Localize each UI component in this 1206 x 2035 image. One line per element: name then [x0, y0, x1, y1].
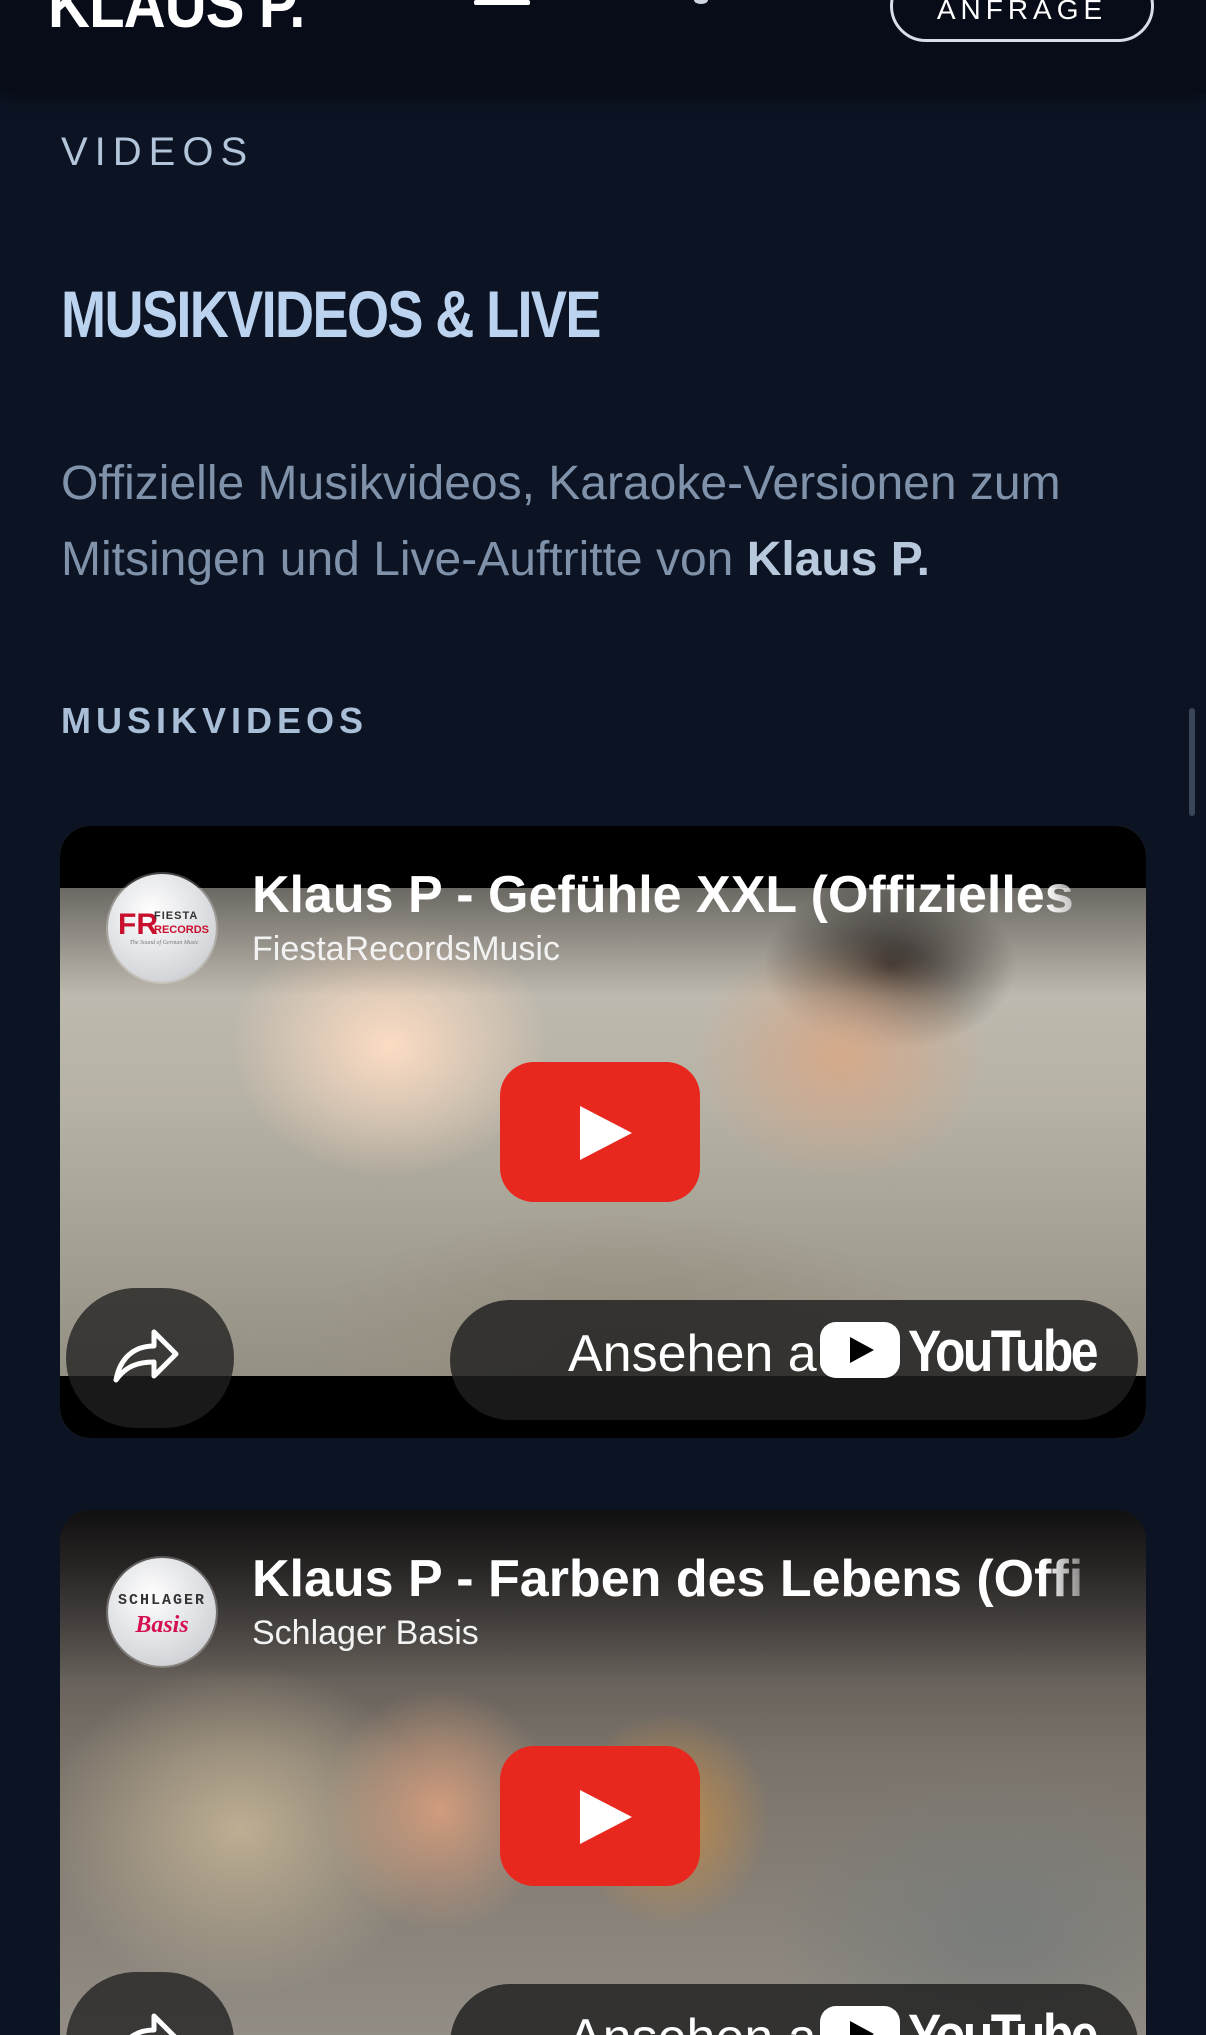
watch-on-youtube-button[interactable]: Ansehen auf YouTube	[450, 1984, 1138, 2035]
watch-on-label: Ansehen auf	[568, 2008, 860, 2035]
video-title[interactable]: Klaus P - Farben des Lebens (Offi	[252, 1546, 1112, 1612]
site-header: KLAUS P. ANFRAGE	[0, 0, 1206, 93]
share-arrow-icon	[129, 2013, 177, 2035]
watch-on-label: Ansehen auf	[568, 1325, 861, 1383]
youtube-wordmark: YouTube	[908, 2002, 1098, 2035]
anfrage-button[interactable]: ANFRAGE	[890, 0, 1154, 42]
youtube-logo-icon	[820, 2006, 900, 2035]
channel-logo-line1: FIESTA	[154, 910, 199, 922]
channel-logo-tagline: The Sound of German Music	[129, 940, 199, 946]
section-heading: MUSIKVIDEOS & LIVE	[61, 277, 601, 351]
intro-artist-name: Klaus P.	[746, 533, 930, 586]
channel-avatar[interactable]: FR FIESTA RECORDS The Sound of German Mu…	[108, 874, 216, 982]
video-channel-name[interactable]: Schlager Basis	[252, 1614, 479, 1653]
channel-avatar[interactable]: SCHLAGER Basis	[108, 1558, 216, 1666]
hamburger-icon	[474, 0, 530, 5]
video-embed-2[interactable]: SCHLAGER Basis Klaus P - Farben des Lebe…	[60, 1510, 1146, 2035]
musikvideos-subheading: MUSIKVIDEOS	[61, 700, 369, 741]
channel-logo-line2: RECORDS	[154, 924, 210, 936]
site-logo[interactable]: KLAUS P.	[48, 0, 305, 42]
section-intro: Offizielle Musikvideos, Karaoke-Versione…	[61, 446, 1171, 598]
video-channel-name[interactable]: FiestaRecordsMusic	[252, 930, 560, 969]
header-icon-fragment	[694, 0, 708, 4]
channel-logo-line1: SCHLAGER	[117, 1592, 206, 1609]
play-icon	[580, 1106, 632, 1160]
video-title[interactable]: Klaus P - Gefühle XXL (Offizielles	[252, 862, 1112, 928]
share-arrow-icon	[113, 1329, 179, 1383]
section-eyebrow: VIDEOS	[61, 130, 255, 174]
page-scrollbar[interactable]	[1189, 708, 1195, 816]
play-icon	[580, 1790, 632, 1844]
video-embed-1[interactable]: FR FIESTA RECORDS The Sound of German Mu…	[60, 826, 1146, 1438]
page: KLAUS P. ANFRAGE VIDEOS MUSIKVIDEOS & LI…	[0, 0, 1206, 2035]
channel-logo-mark: FR	[118, 908, 158, 941]
youtube-wordmark: YouTube	[908, 1319, 1098, 1384]
channel-logo-line2: Basis	[135, 1612, 189, 1638]
youtube-play-glyph	[850, 1337, 874, 1363]
youtube-play-glyph	[850, 2021, 874, 2035]
watch-on-youtube-button[interactable]: Ansehen auf YouTube	[450, 1300, 1138, 1420]
play-button[interactable]	[500, 1062, 700, 1202]
play-button[interactable]	[500, 1746, 700, 1886]
share-button[interactable]	[66, 1288, 234, 1428]
youtube-logo-icon	[820, 1322, 900, 1378]
menu-button[interactable]	[474, 0, 530, 12]
